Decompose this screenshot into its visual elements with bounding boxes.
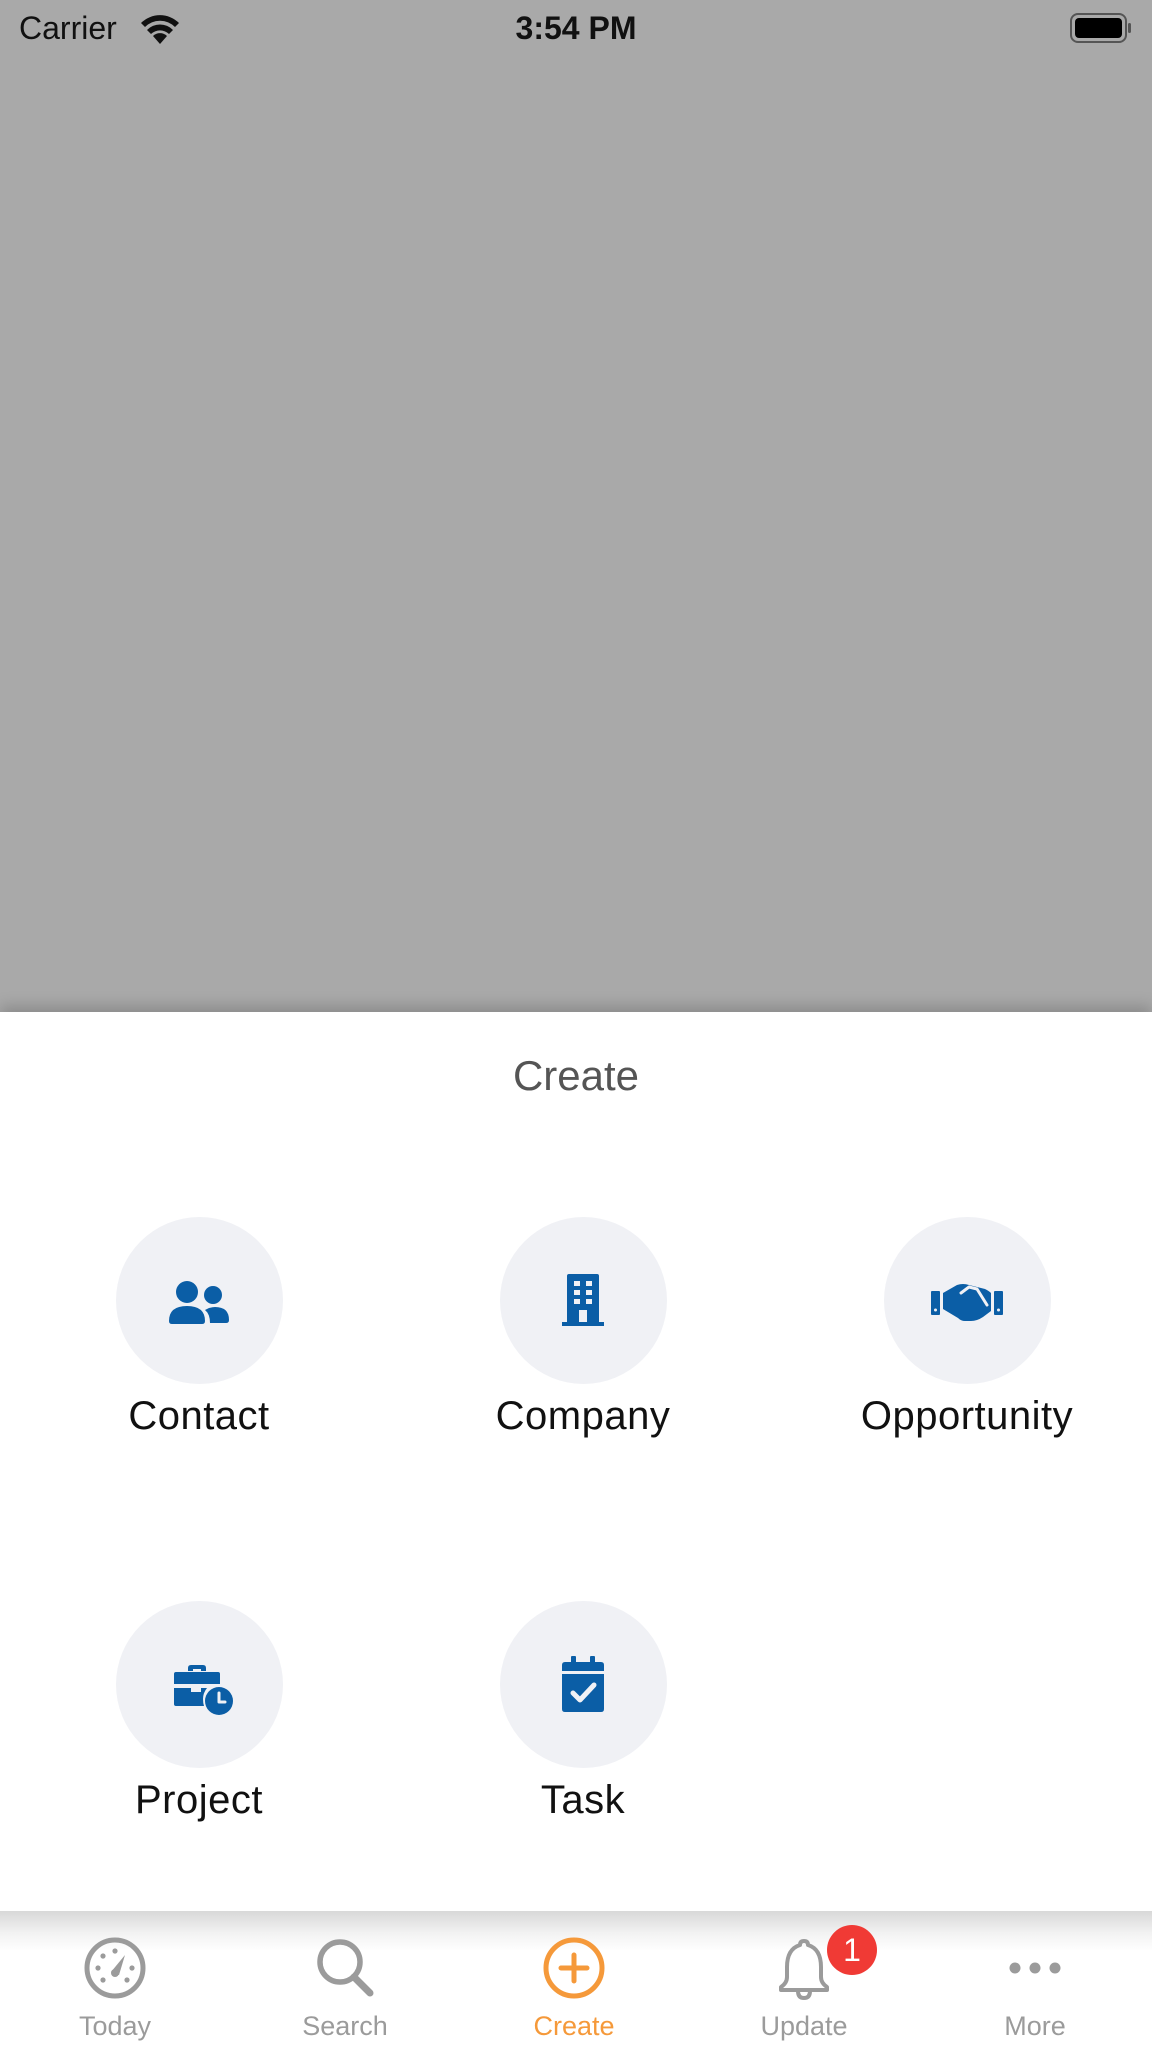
tab-bar: Today Search Create 1 Update More: [0, 1911, 1152, 2048]
option-label: Task: [540, 1778, 626, 1822]
dimmed-overlay[interactable]: [0, 60, 1152, 1012]
handshake-icon: [931, 1283, 1003, 1321]
option-circle: [883, 1217, 1051, 1384]
option-label: Project: [135, 1778, 263, 1822]
tab-search[interactable]: Search: [230, 1911, 460, 2048]
option-circle: [499, 1601, 667, 1768]
contacts-icon: [169, 1280, 229, 1324]
tab-label: More: [1004, 2011, 1066, 2041]
create-task-option[interactable]: Task: [433, 1601, 733, 1823]
option-label: Opportunity: [860, 1394, 1074, 1438]
plus-circle-icon: [543, 1937, 605, 1999]
status-bar: Carrier 3:54 PM: [0, 0, 1152, 60]
option-label: Company: [495, 1394, 671, 1438]
tab-today[interactable]: Today: [0, 1911, 230, 2048]
tab-create[interactable]: Create: [459, 1911, 689, 2048]
notification-badge: 1: [827, 1925, 877, 1975]
tab-more[interactable]: More: [920, 1911, 1150, 2048]
tab-update[interactable]: 1 Update: [689, 1911, 919, 2048]
create-company-option[interactable]: Company: [433, 1217, 733, 1439]
option-circle: [115, 1217, 283, 1384]
more-dots-icon: [1009, 1962, 1061, 1974]
create-opportunity-option[interactable]: Opportunity: [817, 1217, 1117, 1439]
tab-label: Update: [760, 2011, 848, 2041]
tab-label: Today: [78, 2011, 152, 2041]
tab-label: Search: [302, 2011, 388, 2041]
battery-full-icon: [1070, 13, 1131, 43]
calendar-check-icon: [562, 1655, 604, 1712]
create-contact-option[interactable]: Contact: [49, 1217, 349, 1439]
briefcase-clock-icon: [174, 1664, 233, 1715]
building-icon: [562, 1273, 604, 1326]
search-icon: [317, 1939, 374, 1997]
option-circle: [115, 1601, 283, 1768]
create-project-option[interactable]: Project: [49, 1601, 349, 1823]
clock: 3:54 PM: [515, 10, 637, 46]
tab-label: Create: [533, 2011, 615, 2041]
create-sheet: Create Contact Company Opportunity Proje…: [0, 1012, 1152, 1911]
speedometer-icon: [84, 1937, 146, 1999]
option-circle: [499, 1217, 667, 1384]
sheet-title: Create: [512, 1052, 640, 1099]
option-label: Contact: [128, 1394, 270, 1438]
